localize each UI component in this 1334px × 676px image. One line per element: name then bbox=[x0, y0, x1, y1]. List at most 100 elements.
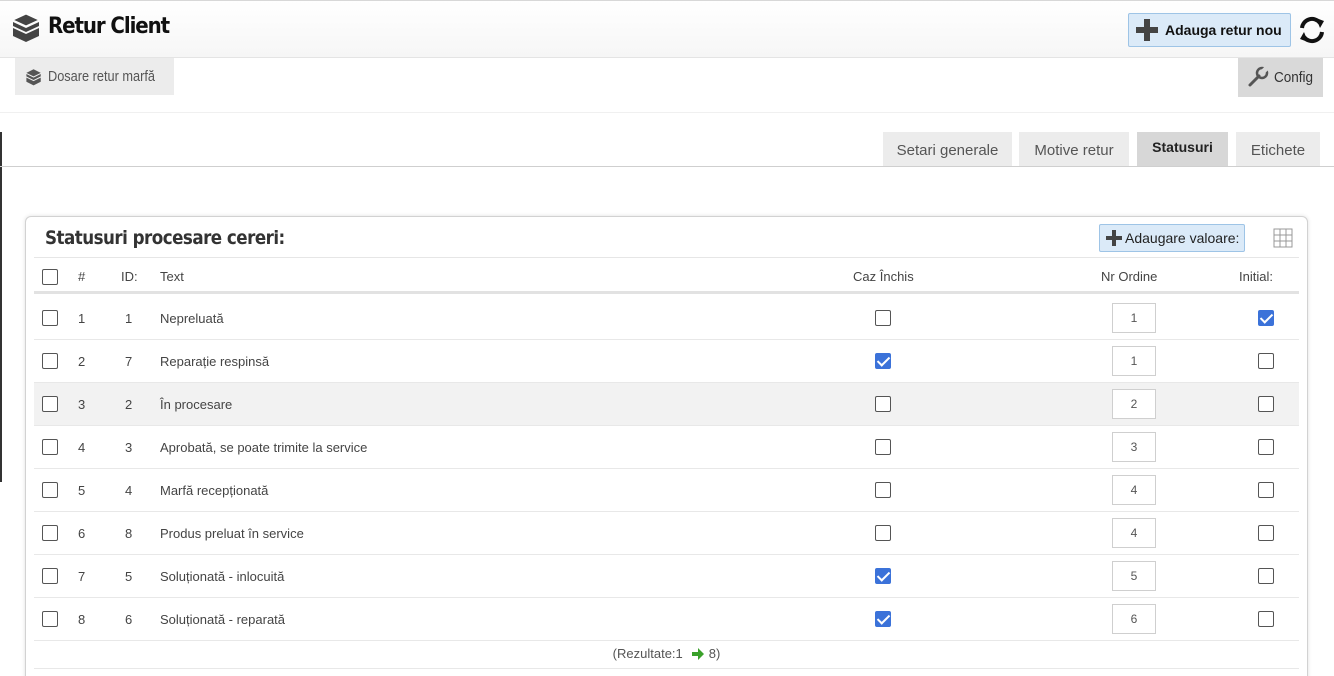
initial-checkbox[interactable] bbox=[1258, 482, 1274, 498]
row-index: 8 bbox=[78, 611, 86, 627]
settings-tabs: Setari generale Motive retur Statusuri E… bbox=[0, 132, 1334, 167]
row-select-checkbox[interactable] bbox=[42, 439, 58, 455]
row-id: 1 bbox=[125, 310, 133, 326]
select-all-checkbox[interactable] bbox=[42, 268, 58, 285]
row-text: Soluționată - reparată bbox=[160, 611, 286, 627]
row-id: 2 bbox=[125, 396, 133, 412]
table-row: 3 2 În procesare bbox=[34, 383, 1299, 426]
row-index: 2 bbox=[78, 353, 86, 369]
row-id: 4 bbox=[125, 482, 133, 498]
add-return-button[interactable]: Adauga retur nou bbox=[1128, 13, 1291, 47]
closed-checkbox[interactable] bbox=[875, 525, 891, 541]
order-input[interactable] bbox=[1112, 604, 1156, 634]
row-text: Produs preluat în service bbox=[160, 525, 304, 541]
table-row: 8 6 Soluționată - reparată bbox=[34, 598, 1299, 641]
row-id: 8 bbox=[125, 525, 133, 541]
closed-checkbox[interactable] bbox=[875, 482, 891, 498]
table-row: 6 8 Produs preluat în service bbox=[34, 512, 1299, 555]
row-id: 7 bbox=[125, 353, 133, 369]
table-row: 4 3 Aprobată, se poate trimite la service bbox=[34, 426, 1299, 469]
app-title: Retur Client bbox=[48, 14, 170, 39]
config-label: Config bbox=[1274, 69, 1314, 86]
row-select-checkbox[interactable] bbox=[42, 611, 58, 627]
row-select-checkbox[interactable] bbox=[42, 310, 58, 326]
order-input[interactable] bbox=[1112, 475, 1156, 505]
tab-setari-generale[interactable]: Setari generale bbox=[883, 132, 1012, 166]
col-order-header: Nr Ordine bbox=[1101, 269, 1158, 284]
table-row: 1 1 Nepreluată bbox=[34, 297, 1299, 340]
initial-checkbox[interactable] bbox=[1258, 439, 1274, 455]
title-separator bbox=[34, 257, 1299, 258]
col-closed-header: Caz Închis bbox=[853, 269, 914, 284]
order-input[interactable] bbox=[1112, 303, 1156, 333]
row-text: Soluționată - inlocuită bbox=[160, 568, 285, 584]
row-text: Marfă recepționată bbox=[160, 482, 269, 498]
results-footer: (Rezultate:1 8) bbox=[34, 639, 1299, 669]
col-id-header: ID: bbox=[121, 269, 138, 284]
row-id: 6 bbox=[125, 611, 133, 627]
row-select-checkbox[interactable] bbox=[42, 525, 58, 541]
order-input[interactable] bbox=[1112, 346, 1156, 376]
closed-checkbox[interactable] bbox=[875, 439, 891, 455]
closed-checkbox[interactable] bbox=[875, 611, 891, 627]
plus-icon bbox=[1106, 230, 1122, 246]
table-row: 2 7 Reparație respinsă bbox=[34, 340, 1299, 383]
row-index: 1 bbox=[78, 310, 86, 326]
order-input[interactable] bbox=[1112, 389, 1156, 419]
initial-checkbox[interactable] bbox=[1258, 568, 1274, 584]
closed-checkbox[interactable] bbox=[875, 568, 891, 584]
row-id: 5 bbox=[125, 568, 133, 584]
results-suffix: 8) bbox=[708, 646, 721, 661]
results-prefix: (Rezultate:1 bbox=[612, 646, 683, 661]
dosare-retur-tab[interactable]: Dosare retur marfă bbox=[15, 58, 174, 95]
row-index: 5 bbox=[78, 482, 86, 498]
initial-checkbox[interactable] bbox=[1258, 310, 1274, 326]
row-text: Nepreluată bbox=[160, 310, 224, 326]
col-text-header: Text bbox=[160, 269, 184, 284]
tab-motive-retur[interactable]: Motive retur bbox=[1019, 132, 1129, 166]
box-logo-icon bbox=[11, 13, 41, 42]
side-divider bbox=[0, 132, 2, 482]
config-button[interactable]: Config bbox=[1238, 58, 1323, 97]
status-panel: Statusuri procesare cereri: Adaugare val… bbox=[25, 216, 1308, 676]
row-text: În procesare bbox=[160, 396, 233, 412]
tab-statusuri[interactable]: Statusuri bbox=[1137, 132, 1228, 166]
tab-etichete[interactable]: Etichete bbox=[1236, 132, 1320, 166]
row-index: 6 bbox=[78, 525, 86, 541]
order-input[interactable] bbox=[1112, 518, 1156, 548]
order-input[interactable] bbox=[1112, 561, 1156, 591]
plus-icon bbox=[1136, 19, 1158, 41]
table-grid-icon[interactable] bbox=[1273, 228, 1293, 248]
row-index: 3 bbox=[78, 396, 86, 412]
closed-checkbox[interactable] bbox=[875, 353, 891, 369]
box-icon bbox=[26, 68, 41, 85]
add-value-label: Adaugare valoare: bbox=[1125, 230, 1240, 246]
row-text: Aprobată, se poate trimite la service bbox=[160, 439, 368, 455]
add-return-label: Adauga retur nou bbox=[1165, 22, 1282, 38]
row-select-checkbox[interactable] bbox=[42, 482, 58, 498]
initial-checkbox[interactable] bbox=[1258, 353, 1274, 369]
initial-checkbox[interactable] bbox=[1258, 611, 1274, 627]
closed-checkbox[interactable] bbox=[875, 396, 891, 412]
arrow-right-icon[interactable] bbox=[691, 647, 705, 661]
col-initial-header: Initial: bbox=[1239, 269, 1273, 284]
row-select-checkbox[interactable] bbox=[42, 396, 58, 412]
row-index: 7 bbox=[78, 568, 86, 584]
row-index: 4 bbox=[78, 439, 86, 455]
refresh-icon[interactable] bbox=[1296, 14, 1328, 46]
initial-checkbox[interactable] bbox=[1258, 525, 1274, 541]
col-index-header: # bbox=[78, 269, 86, 284]
row-id: 3 bbox=[125, 439, 133, 455]
row-select-checkbox[interactable] bbox=[42, 568, 58, 584]
row-select-checkbox[interactable] bbox=[42, 353, 58, 369]
row-text: Reparație respinsă bbox=[160, 353, 270, 369]
wrench-icon bbox=[1248, 65, 1269, 86]
closed-checkbox[interactable] bbox=[875, 310, 891, 326]
table-header: # ID: Text Caz Închis Nr Ordine Initial: bbox=[34, 262, 1299, 294]
top-bar: Retur Client Adauga retur nou bbox=[0, 0, 1334, 58]
dosare-retur-label: Dosare retur marfă bbox=[48, 68, 156, 85]
table-row: 7 5 Soluționată - inlocuită bbox=[34, 555, 1299, 598]
initial-checkbox[interactable] bbox=[1258, 396, 1274, 412]
add-value-button[interactable]: Adaugare valoare: bbox=[1099, 224, 1245, 252]
order-input[interactable] bbox=[1112, 432, 1156, 462]
